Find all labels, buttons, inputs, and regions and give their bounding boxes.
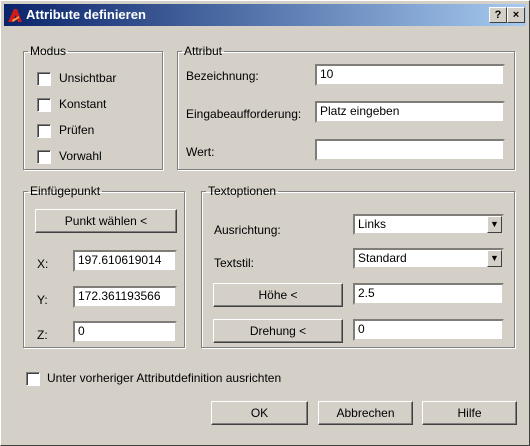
label-x: X: — [37, 257, 49, 271]
checkbox-konstant[interactable] — [37, 98, 51, 112]
dialog-window: Attribute definieren ? × Modus Unsichtba… — [0, 0, 530, 446]
help-title-button[interactable]: ? — [489, 7, 507, 23]
close-title-button[interactable]: × — [507, 7, 525, 23]
chevron-down-icon[interactable]: ▼ — [487, 216, 502, 233]
checkbox-pruefen[interactable] — [37, 124, 51, 138]
z-input[interactable]: 0 — [73, 321, 177, 343]
textstil-value: Standard — [358, 251, 407, 265]
help-button[interactable]: Hilfe — [422, 401, 517, 425]
label-bezeichnung: Bezeichnung: — [186, 69, 259, 83]
drehung-button[interactable]: Drehung < — [213, 319, 343, 343]
ok-button[interactable]: OK — [211, 401, 308, 425]
title-bar[interactable]: Attribute definieren ? × — [4, 4, 526, 26]
label-pruefen: Prüfen — [59, 123, 95, 137]
align-prev-checkbox[interactable] — [26, 372, 40, 386]
cancel-button[interactable]: Abbrechen — [318, 401, 413, 425]
attribut-legend: Attribut — [184, 44, 223, 58]
label-y: Y: — [37, 293, 48, 307]
label-ausrichtung: Ausrichtung: — [214, 223, 281, 237]
x-input[interactable]: 197.610619014 — [73, 250, 177, 272]
wert-input[interactable] — [315, 139, 505, 161]
bezeichnung-input[interactable]: 10 — [315, 64, 505, 86]
label-textstil: Textstil: — [214, 256, 255, 270]
chevron-down-icon[interactable]: ▼ — [487, 250, 502, 267]
label-unsichtbar: Unsichtbar — [59, 71, 117, 85]
hoehe-input[interactable]: 2.5 — [353, 283, 504, 305]
autocad-icon — [8, 9, 22, 22]
ausrichtung-select[interactable]: Links ▼ — [353, 214, 504, 235]
y-input[interactable]: 172.361193566 — [73, 286, 177, 308]
checkbox-unsichtbar[interactable] — [37, 72, 51, 86]
drehung-input[interactable]: 0 — [353, 319, 504, 341]
ausrichtung-value: Links — [358, 217, 387, 231]
checkbox-vorwahl[interactable] — [37, 150, 51, 164]
label-z: Z: — [37, 328, 48, 342]
label-vorwahl: Vorwahl — [59, 149, 102, 163]
align-prev-label: Unter vorheriger Attributdefinition ausr… — [47, 371, 282, 385]
textoptionen-legend: Textoptionen — [208, 184, 277, 198]
modus-legend: Modus — [30, 44, 67, 58]
label-eingabeaufforderung: Eingabeaufforderung: — [186, 107, 302, 121]
label-wert: Wert: — [186, 145, 215, 159]
hoehe-button[interactable]: Höhe < — [213, 283, 343, 307]
label-konstant: Konstant — [59, 97, 107, 111]
window-title: Attribute definieren — [26, 7, 146, 22]
eingabeaufforderung-input[interactable]: Platz eingeben — [315, 101, 505, 123]
pick-point-button[interactable]: Punkt wählen < — [35, 209, 177, 233]
textstil-select[interactable]: Standard ▼ — [353, 248, 504, 269]
einfuegepunkt-legend: Einfügepunkt — [30, 184, 101, 198]
